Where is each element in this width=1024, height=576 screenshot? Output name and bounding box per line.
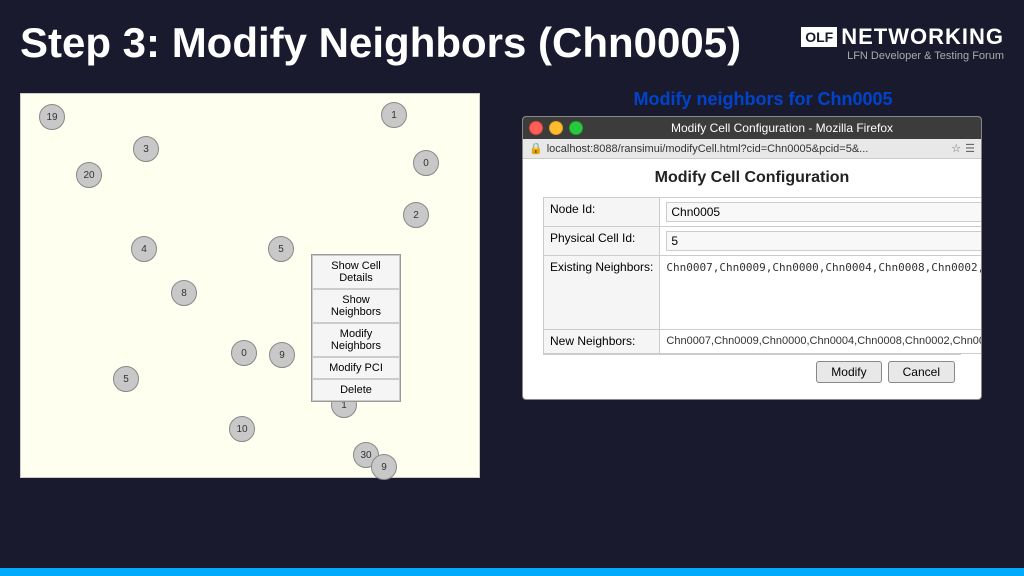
node-8[interactable]: 8 [171, 280, 197, 306]
logo-box: OLF [801, 27, 837, 47]
menu-icon[interactable]: ☰ [965, 142, 975, 155]
browser-chrome: Modify Cell Configuration - Mozilla Fire… [523, 117, 981, 139]
page-title: Step 3: Modify Neighbors (Chn0005) [20, 19, 741, 67]
logo-area: OLF NETWORKING LFN Developer & Testing F… [801, 24, 1004, 62]
browser-window: Modify Cell Configuration - Mozilla Fire… [522, 116, 982, 400]
lock-icon: 🔒 [529, 142, 543, 155]
node-0b[interactable]: 0 [231, 340, 257, 366]
cancel-button[interactable]: Cancel [888, 361, 955, 383]
node-5[interactable]: 5 [268, 236, 294, 262]
node-19[interactable]: 19 [39, 104, 65, 130]
bottom-bar [0, 568, 1024, 576]
browser-url[interactable]: localhost:8088/ransimui/modifyCell.html?… [547, 143, 948, 155]
header: Step 3: Modify Neighbors (Chn0005) OLF N… [0, 0, 1024, 85]
logo-subtitle: LFN Developer & Testing Forum [801, 50, 1004, 62]
existing-neighbors-cell [660, 256, 982, 330]
context-menu: Show Cell Details Show Neighbors Modify … [311, 254, 401, 402]
bookmark-icon[interactable]: ☆ [951, 142, 961, 155]
logo-lfn: OLF NETWORKING [801, 24, 1004, 50]
form-container: Modify Cell Configuration Node Id: Physi… [523, 159, 981, 399]
right-panel: Modify neighbors for Chn0005 Modify Cell… [522, 85, 1004, 568]
form-buttons: Modify Cancel [543, 354, 961, 389]
context-menu-modify-pci[interactable]: Modify PCI [312, 357, 400, 379]
context-menu-show-neighbors[interactable]: Show Neighbors [312, 289, 400, 323]
node-9b[interactable]: 9 [371, 454, 397, 480]
node-3[interactable]: 3 [133, 136, 159, 162]
node-20[interactable]: 20 [76, 162, 102, 188]
existing-neighbors-row: Existing Neighbors: [544, 256, 983, 330]
node-9[interactable]: 9 [269, 342, 295, 368]
node-5b[interactable]: 5 [113, 366, 139, 392]
main-content: 19 1 3 20 0 2 4 5 8 0 9 5 1 10 30 9 Show… [0, 85, 1024, 568]
physical-cell-id-row: Physical Cell Id: ▲▼ [544, 227, 983, 256]
physical-cell-id-cell: ▲▼ [660, 227, 982, 256]
node-id-label: Node Id: [544, 198, 660, 227]
new-neighbors-label: New Neighbors: [544, 329, 660, 353]
new-neighbors-row: New Neighbors: Chn0007,Chn0009,Chn0000,C… [544, 329, 983, 353]
new-neighbors-cell: Chn0007,Chn0009,Chn0000,Chn0004,Chn0008,… [660, 329, 982, 353]
browser-icons: ☆ ☰ [951, 142, 975, 155]
form-table: Node Id: Physical Cell Id: ▲▼ [543, 197, 982, 354]
browser-maximize-button[interactable] [569, 121, 583, 135]
node-0[interactable]: 0 [413, 150, 439, 176]
modify-button[interactable]: Modify [816, 361, 881, 383]
new-neighbors-text[interactable]: Chn0007,Chn0009,Chn0000,Chn0004,Chn0008,… [666, 334, 982, 349]
context-menu-modify-neighbors[interactable]: Modify Neighbors [312, 323, 400, 357]
physical-cell-id-input[interactable] [666, 231, 982, 251]
node-10[interactable]: 10 [229, 416, 255, 442]
logo-networking: NETWORKING [841, 24, 1004, 50]
node-4[interactable]: 4 [131, 236, 157, 262]
node-id-row: Node Id: [544, 198, 983, 227]
physical-cell-id-label: Physical Cell Id: [544, 227, 660, 256]
browser-minimize-button[interactable] [549, 121, 563, 135]
node-2[interactable]: 2 [403, 202, 429, 228]
form-title: Modify Cell Configuration [543, 169, 961, 187]
existing-neighbors-textarea[interactable] [666, 260, 982, 322]
new-neighbors-before: Chn0007,Chn0009,Chn0000,Chn0004,Chn0008,… [666, 335, 982, 347]
browser-close-button[interactable] [529, 121, 543, 135]
left-panel: 19 1 3 20 0 2 4 5 8 0 9 5 1 10 30 9 Show… [20, 85, 502, 568]
node-1[interactable]: 1 [381, 102, 407, 128]
browser-address-bar: 🔒 localhost:8088/ransimui/modifyCell.htm… [523, 139, 981, 159]
existing-neighbors-label: Existing Neighbors: [544, 256, 660, 330]
node-id-cell [660, 198, 982, 227]
network-canvas: 19 1 3 20 0 2 4 5 8 0 9 5 1 10 30 9 Show… [20, 93, 480, 478]
section-title: Modify neighbors for Chn0005 [522, 89, 1004, 110]
context-menu-show-cell-details[interactable]: Show Cell Details [312, 255, 400, 289]
context-menu-delete[interactable]: Delete [312, 379, 400, 401]
browser-title: Modify Cell Configuration - Mozilla Fire… [589, 121, 975, 135]
node-id-input[interactable] [666, 202, 982, 222]
